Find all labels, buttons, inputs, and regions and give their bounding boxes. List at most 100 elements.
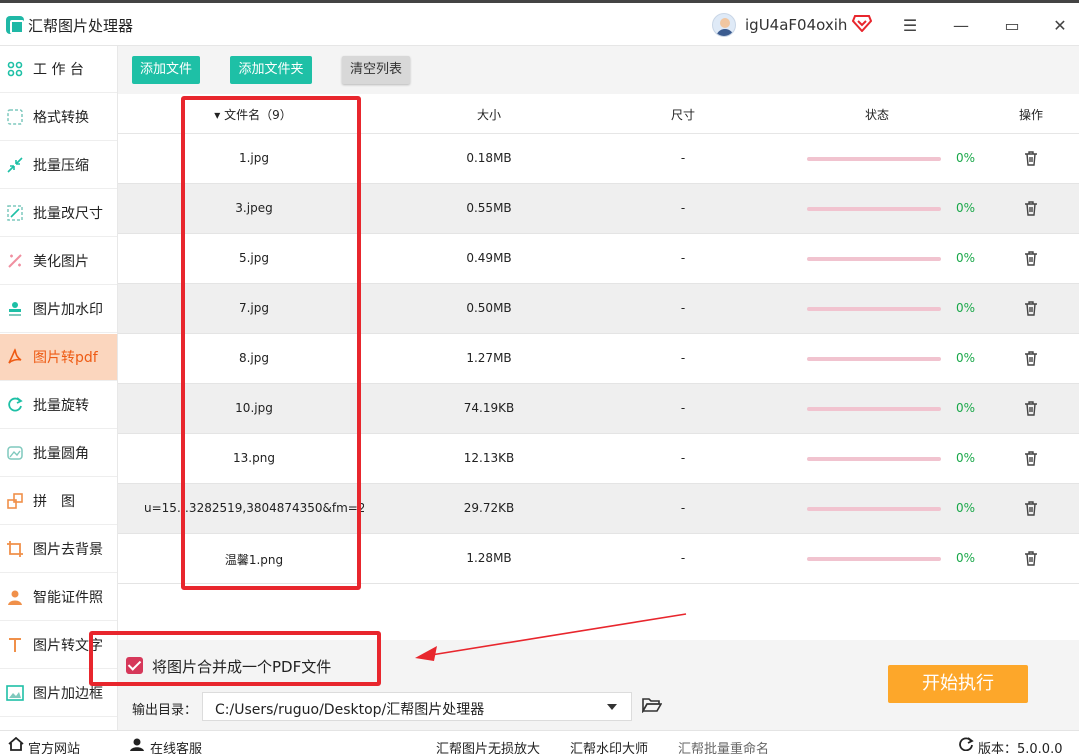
trash-icon[interactable] [1024,251,1038,266]
table-row[interactable]: 3.jpeg 0.55MB - 0% [118,184,1079,234]
sidebar-item-crop[interactable]: 图片去背景 [0,526,117,573]
sidebar-item-label: 图片去背景 [33,542,103,558]
rotate-icon [6,396,24,414]
trash-icon[interactable] [1024,501,1038,516]
progress-percent: 0% [956,151,976,165]
sidebar-item-watermark[interactable]: 图片加水印 [0,286,117,333]
sidebar-item-puzzle[interactable]: 拼 图 [0,478,117,525]
table-row[interactable]: 13.png 12.13KB - 0% [118,434,1079,484]
progress-percent: 0% [956,351,976,365]
header-dimensions: 尺寸 [670,108,695,122]
maximize-icon[interactable]: ▭ [1003,17,1021,35]
website-link[interactable]: 官方网站 [28,738,80,754]
file-size: 0.49MB [466,251,512,265]
close-icon[interactable]: ✕ [1051,17,1069,35]
file-name: 13.png [233,451,275,465]
trash-icon[interactable] [1024,551,1038,566]
output-dir-label: 输出目录： [132,703,198,718]
sidebar-item-id-photo[interactable]: 智能证件照 [0,574,117,621]
header-status: 状态 [864,108,889,122]
compress-icon [6,156,24,174]
merge-pdf-checkbox[interactable] [126,657,143,674]
trash-icon[interactable] [1024,451,1038,466]
sidebar-item-beautify[interactable]: 美化图片 [0,238,117,285]
add-file-button[interactable]: 添加文件 [132,56,200,84]
progress-percent: 0% [956,501,976,515]
output-dir-select[interactable]: C:/Users/ruguo/Desktop/汇帮图片处理器 [202,692,632,721]
sidebar-item-compress[interactable]: 批量压缩 [0,142,117,189]
table-row[interactable]: 5.jpg 0.49MB - 0% [118,234,1079,284]
sidebar-item-resize[interactable]: 批量改尺寸 [0,190,117,237]
file-size: 0.55MB [466,201,512,215]
sidebar-item-label: 图片转文字 [33,638,103,654]
file-size: 0.50MB [466,301,512,315]
progress-bar [807,507,941,511]
upscale-link[interactable]: 汇帮图片无损放大 [436,738,540,754]
sidebar-item-label: 图片加水印 [33,302,103,318]
file-name: u=15…3282519,3804874350&fm=2… [144,501,364,515]
sidebar: 工 作 台格式转换 批量压缩 批量改尺寸 美化图片图片加水印图片转pdf 批量旋转批量圆… [0,46,118,730]
file-dimensions: - [680,551,686,565]
title-bar: 汇帮图片处理器 igU4aF04oxih ☰ — ▭ ✕ [0,0,1079,46]
start-button[interactable]: 开始执行 [888,665,1028,703]
support-icon[interactable] [129,737,145,751]
file-name: 温馨1.png [224,553,284,567]
file-dimensions: - [680,501,686,515]
menu-icon[interactable]: ☰ [901,17,919,35]
progress-bar [807,257,941,261]
username[interactable]: igU4aF04oxih [745,16,847,34]
table-empty-area [118,584,1079,640]
add-folder-button[interactable]: 添加文件夹 [230,56,312,84]
clear-list-button[interactable]: 清空列表 [342,56,410,84]
table-row[interactable]: 1.jpg 0.18MB - 0% [118,134,1079,184]
user-avatar[interactable] [712,13,736,37]
trash-icon[interactable] [1024,151,1038,166]
table-header: ▾ 文件名（9） 大小 尺寸 状态 操作 [118,94,1079,134]
table-row[interactable]: 8.jpg 1.27MB - 0% [118,334,1079,384]
file-dimensions: - [680,401,686,415]
refresh-icon[interactable] [958,737,974,751]
watermark-master-link[interactable]: 汇帮水印大师 [570,738,648,754]
text-icon [6,636,24,654]
pdf-icon [6,348,24,366]
sidebar-item-rotate[interactable]: 批量旋转 [0,382,117,429]
file-dimensions: - [680,151,686,165]
watermark-icon [6,300,24,318]
file-dimensions: - [680,451,686,465]
sidebar-item-frame[interactable]: 图片加边框 [0,670,117,717]
merge-pdf-label[interactable]: 将图片合并成一个PDF文件 [152,656,331,677]
header-filename[interactable]: ▾ 文件名（9） [208,106,298,123]
file-name: 1.jpg [238,151,270,165]
sidebar-item-round-corner[interactable]: 批量圆角 [0,430,117,477]
trash-icon[interactable] [1024,301,1038,316]
table-row[interactable]: 7.jpg 0.50MB - 0% [118,284,1079,334]
chevron-down-icon[interactable] [607,704,617,710]
table-row[interactable]: u=15…3282519,3804874350&fm=2… 29.72KB - 0% [118,484,1079,534]
file-dimensions: - [680,351,686,365]
home-icon[interactable] [8,737,24,751]
progress-percent: 0% [956,301,976,315]
trash-icon[interactable] [1024,351,1038,366]
progress-bar [807,357,941,361]
vip-diamond-icon[interactable] [852,14,872,32]
file-name: 10.jpg [235,401,273,415]
file-size: 12.13KB [463,451,515,465]
folder-open-icon[interactable] [642,697,662,713]
support-link[interactable]: 在线客服 [150,738,202,754]
version-label: 版本：5.0.0.0 [978,742,1063,754]
sidebar-item-label: 批量旋转 [33,398,89,414]
beautify-icon [6,252,24,270]
file-size: 1.27MB [466,351,512,365]
minimize-icon[interactable]: — [952,17,970,35]
sidebar-item-text[interactable]: 图片转文字 [0,622,117,669]
progress-bar [807,457,941,461]
sidebar-item-pdf[interactable]: 图片转pdf [0,334,117,381]
trash-icon[interactable] [1024,201,1038,216]
batch-rename-link[interactable]: 汇帮批量重命名 [678,738,769,754]
table-row[interactable]: 温馨1.png 1.28MB - 0% [118,534,1079,584]
table-row[interactable]: 10.jpg 74.19KB - 0% [118,384,1079,434]
convert-icon [6,108,24,126]
sidebar-item-convert[interactable]: 格式转换 [0,94,117,141]
trash-icon[interactable] [1024,401,1038,416]
sidebar-item-workspace[interactable]: 工 作 台 [0,46,117,93]
